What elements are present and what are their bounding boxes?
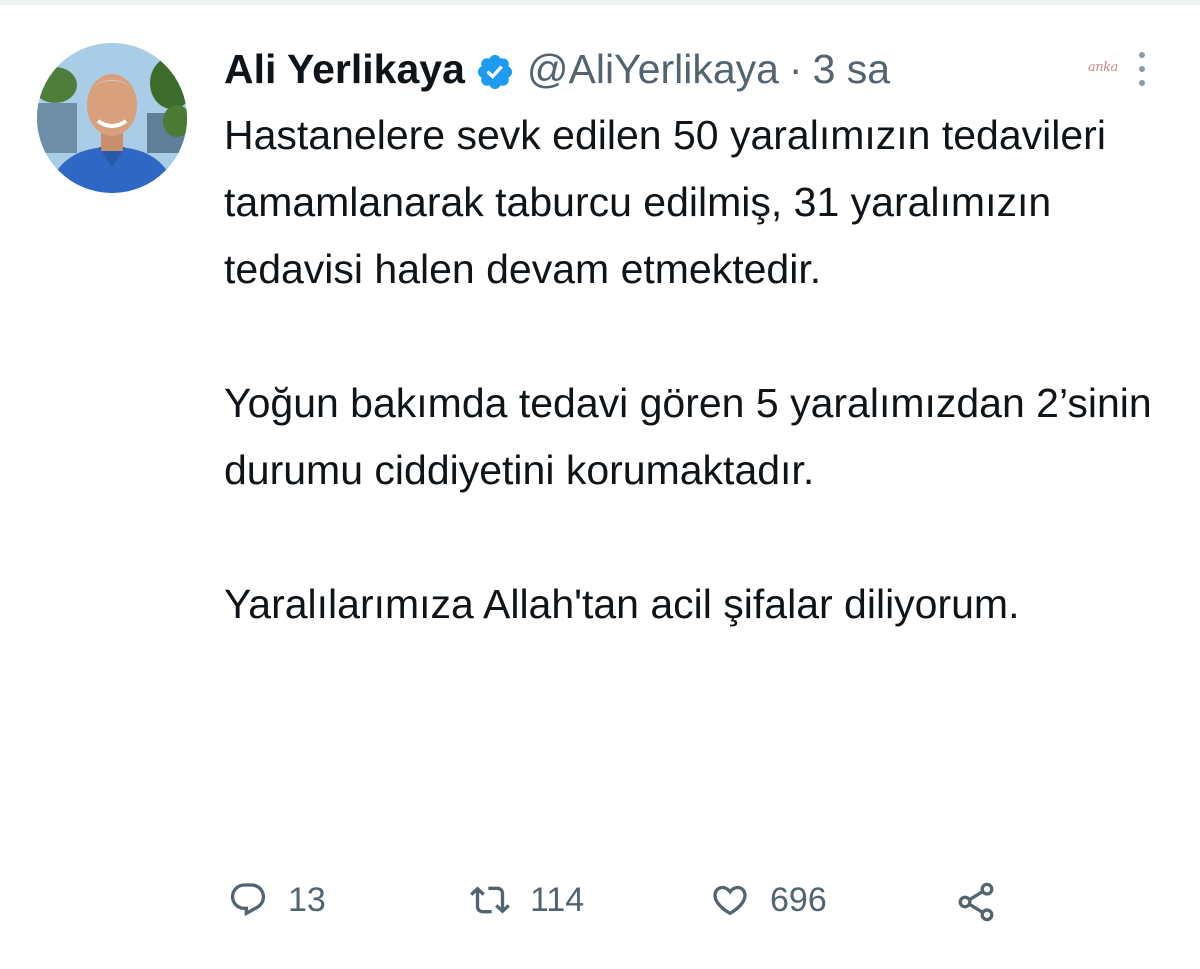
avatar[interactable] (37, 43, 187, 193)
tweet-paragraph: Hastanelere sevk edilen 50 yaralımızın t… (224, 112, 1106, 292)
watermark: anka (1088, 60, 1118, 75)
tweet-paragraph: Yaralılarımıza Allah'tan acil şifalar di… (224, 581, 1020, 627)
reply-icon (228, 880, 268, 920)
tweet-header: Ali Yerlikaya @AliYerlikaya · 3 sa (224, 40, 890, 98)
share-icon (954, 880, 994, 922)
reply-count: 13 (288, 880, 326, 919)
tweet-body: Hastanelere sevk edilen 50 yaralımızın t… (224, 102, 1184, 638)
like-button[interactable]: 696 (710, 872, 827, 928)
like-count: 696 (770, 880, 827, 919)
tweet-time[interactable]: 3 sa (813, 40, 891, 98)
action-bar: 13 114 696 (228, 872, 1028, 928)
retweet-count: 114 (530, 880, 585, 919)
share-button[interactable] (954, 872, 994, 928)
separator-dot: · (788, 46, 803, 92)
verified-badge-icon (475, 49, 515, 90)
retweet-icon (470, 880, 510, 920)
heart-icon (710, 880, 750, 920)
more-vertical-icon[interactable] (1135, 52, 1149, 86)
tweet-paragraph: Yoğun bakımda tedavi gören 5 yaralımızda… (224, 380, 1152, 493)
author-name[interactable]: Ali Yerlikaya (224, 40, 465, 98)
author-handle[interactable]: @AliYerlikaya (527, 40, 779, 98)
reply-button[interactable]: 13 (228, 872, 326, 928)
retweet-button[interactable]: 114 (470, 872, 584, 928)
top-divider (0, 0, 1200, 5)
